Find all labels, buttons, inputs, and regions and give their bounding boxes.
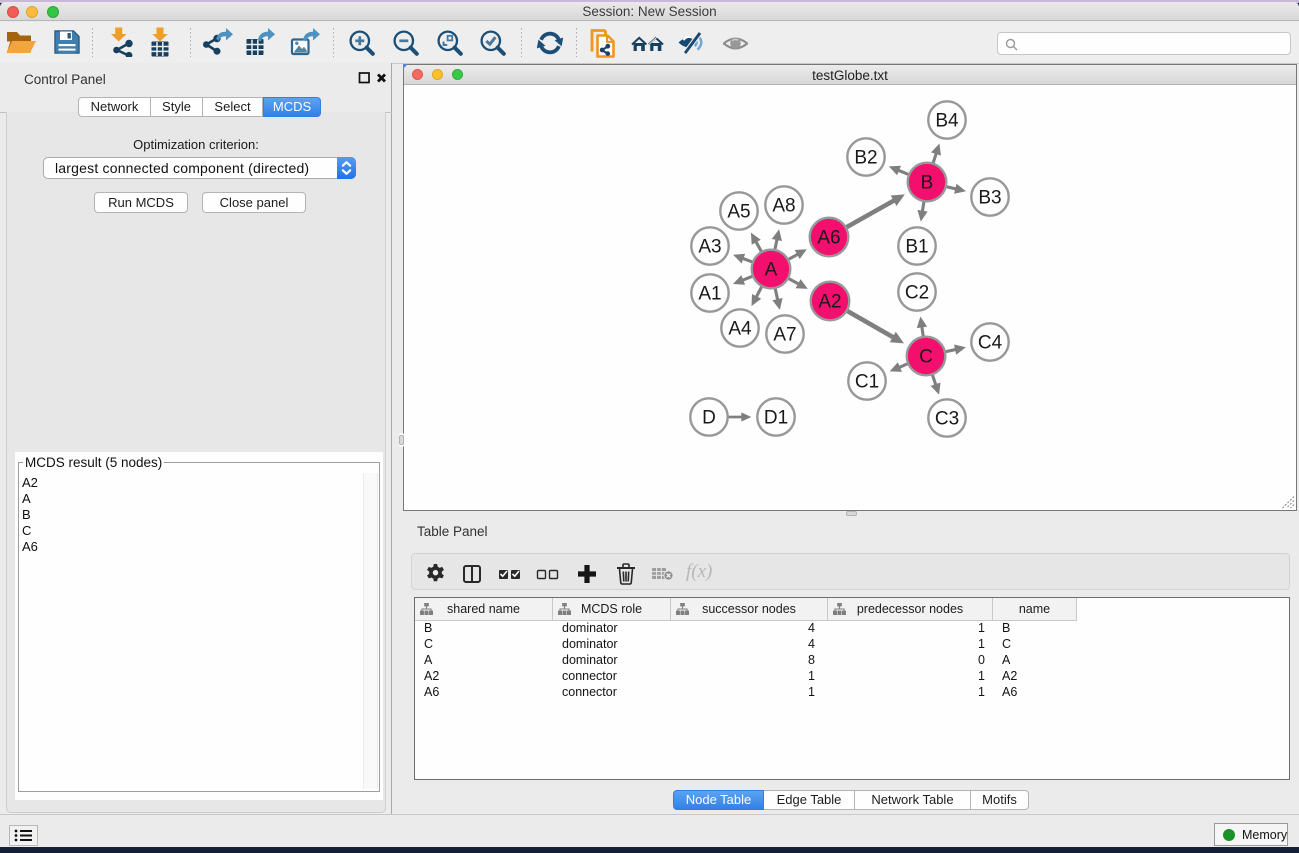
svg-text:A7: A7 [773, 325, 796, 346]
svg-text:A2: A2 [818, 292, 841, 313]
svg-text:A6: A6 [817, 228, 840, 249]
svg-text:B4: B4 [935, 111, 959, 132]
svg-text:B2: B2 [854, 148, 877, 169]
svg-text:C1: C1 [855, 372, 879, 393]
svg-text:A3: A3 [698, 237, 721, 258]
svg-text:B3: B3 [978, 188, 1001, 209]
svg-text:B1: B1 [905, 237, 928, 258]
svg-text:C4: C4 [978, 333, 1003, 354]
svg-text:B: B [921, 173, 934, 194]
svg-text:C: C [919, 347, 933, 368]
svg-text:A5: A5 [727, 202, 750, 223]
svg-text:C3: C3 [935, 409, 959, 430]
svg-text:A: A [765, 260, 778, 281]
svg-text:A4: A4 [728, 319, 752, 340]
svg-text:C2: C2 [905, 283, 929, 304]
svg-text:D1: D1 [764, 408, 788, 429]
svg-text:A1: A1 [698, 284, 721, 305]
svg-text:D: D [702, 408, 716, 429]
svg-text:A8: A8 [772, 196, 795, 217]
